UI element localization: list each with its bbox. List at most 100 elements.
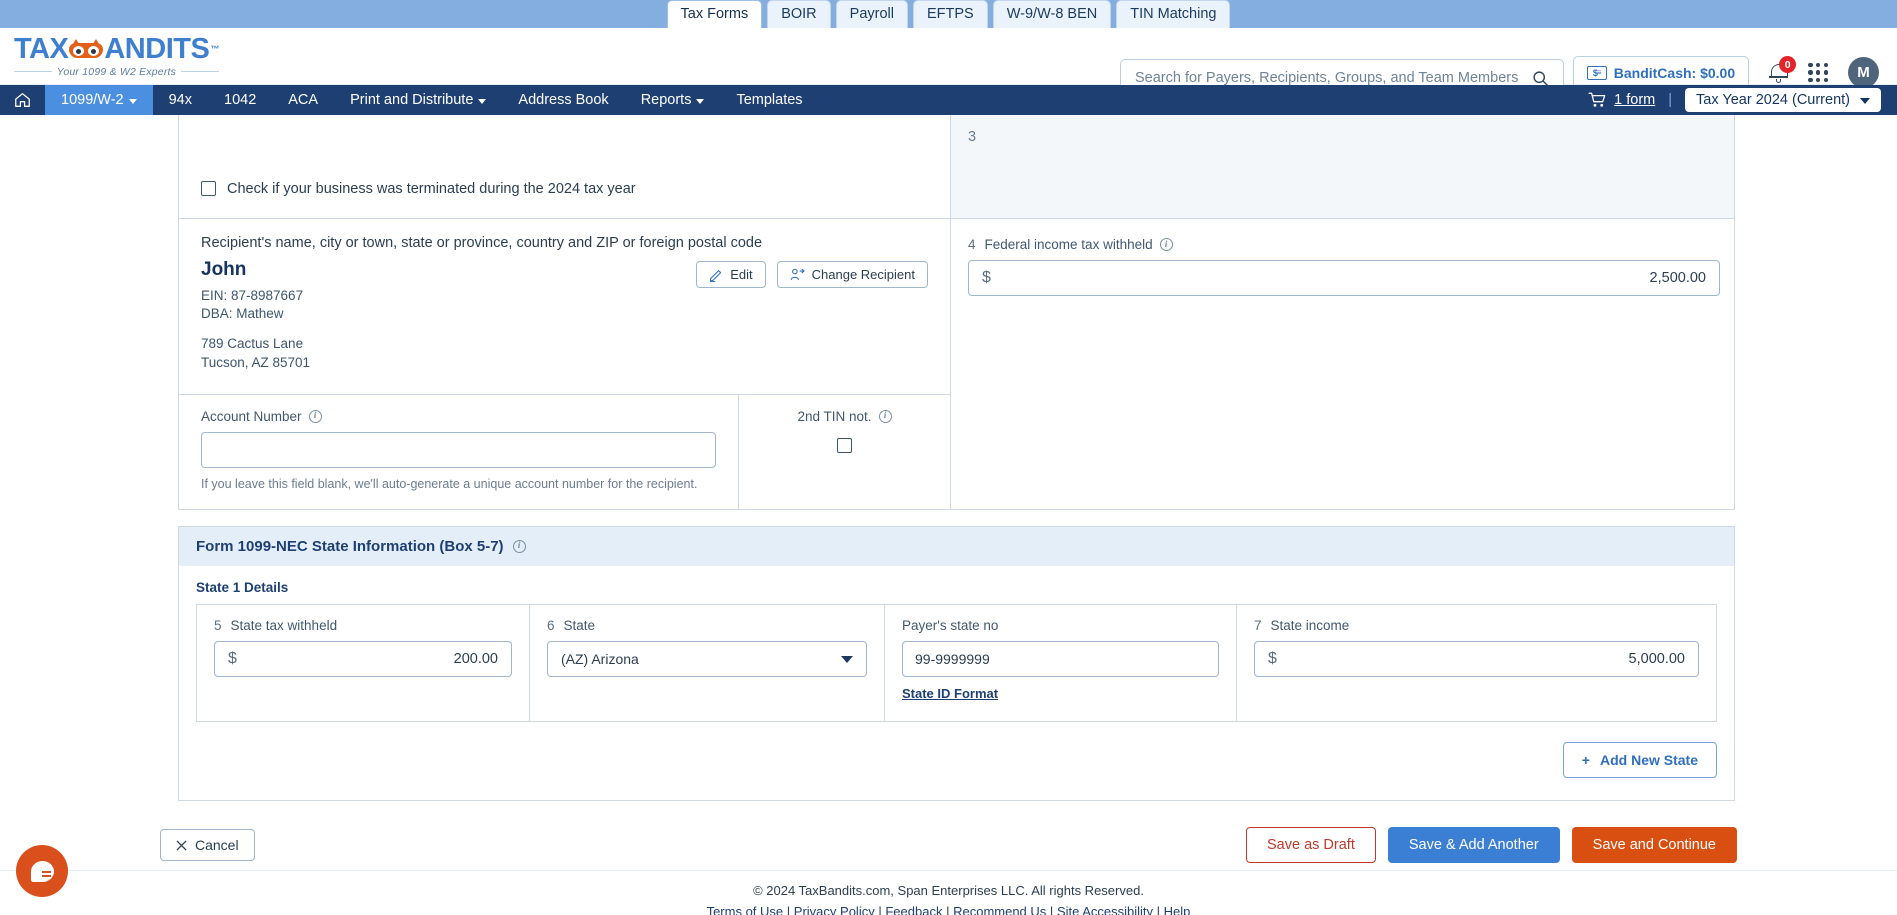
tagline-rule-left (14, 71, 52, 72)
account-number-cell: Account Number i If you leave this field… (179, 394, 739, 509)
terminated-column: Check if your business was terminated du… (179, 115, 951, 218)
notifications-button[interactable]: 0 (1769, 56, 1797, 83)
product-tab-tax-forms[interactable]: Tax Forms (666, 0, 763, 28)
nav-item-1099-w2[interactable]: 1099/W-2 (45, 85, 153, 115)
product-tab-label: BOIR (781, 5, 817, 22)
footer-separator: | (1156, 904, 1161, 915)
state-income-cell: 7 State income $ (1236, 604, 1716, 721)
nav-label: 1042 (224, 92, 257, 108)
footer-separator: | (786, 904, 791, 915)
footer-copyright: © 2024 TaxBandits.com, Span Enterprises … (753, 883, 1144, 898)
box4-label-wrap: 4 Federal income tax withheld i (968, 237, 1720, 252)
home-icon (14, 92, 31, 108)
nav-item-aca[interactable]: ACA (272, 85, 334, 115)
chat-bubble-icon[interactable] (16, 845, 68, 897)
nav-item-address-book[interactable]: Address Book (502, 85, 624, 115)
change-recipient-button[interactable]: Change Recipient (776, 261, 928, 288)
state-tax-withheld-input[interactable] (236, 650, 498, 667)
main-navigation: 1099/W-2 94x 1042 ACA Print and Distribu… (0, 85, 1897, 115)
product-tab-label: EFTPS (926, 5, 974, 22)
state-income-field[interactable]: $ (1254, 640, 1699, 677)
product-tab-payroll[interactable]: Payroll (835, 0, 908, 28)
state-income-input[interactable] (1276, 650, 1685, 667)
footer-separator: | (1049, 904, 1054, 915)
state-1-details-label: State 1 Details (196, 579, 289, 595)
info-icon[interactable]: i (878, 409, 892, 423)
account-number-input[interactable] (201, 431, 716, 468)
payer-state-no-label: Payer's state no (902, 617, 999, 633)
trademark-symbol: ™ (210, 43, 219, 54)
payer-state-no-label-wrap: Payer's state no (902, 618, 1219, 633)
footer-link-privacy-policy[interactable]: Privacy Policy (794, 904, 875, 915)
product-tab-eftps[interactable]: EFTPS (912, 0, 988, 28)
grid-apps-icon[interactable] (1808, 62, 1828, 83)
info-icon[interactable]: i (1159, 238, 1173, 251)
recipient-column: Recipient's name, city or town, state or… (179, 219, 951, 509)
state-tax-withheld-field[interactable]: $ (214, 640, 512, 677)
product-tab-label: W-9/W-8 BEN (1006, 5, 1098, 22)
product-tab-boir[interactable]: BOIR (767, 0, 831, 28)
nav-right-actions: 1 form | Tax Year 2024 (Current) (1588, 85, 1897, 115)
bandit-mask-icon (69, 38, 104, 59)
page-body: Check if your business was terminated du… (0, 115, 1897, 915)
nav-item-94x[interactable]: 94x (153, 85, 208, 115)
footer-link-terms-of-use[interactable]: Terms of Use (707, 904, 784, 915)
cart-icon (1588, 92, 1607, 108)
tax-year-select[interactable]: Tax Year 2024 (Current) (1685, 88, 1881, 112)
box4-label: Federal income tax withheld (984, 237, 1153, 252)
taxbandits-logo[interactable]: TAX ANDITS ™ Your 1099 & W2 Experts (14, 32, 219, 78)
nav-label: ACA (288, 92, 319, 108)
product-tab-label: Tax Forms (680, 5, 749, 22)
box4-column: 4 Federal income tax withheld i $ (951, 219, 1734, 509)
box4-number: 4 (968, 237, 976, 252)
footer-link-help[interactable]: Help (1164, 904, 1191, 915)
edit-recipient-button[interactable]: Edit (696, 261, 766, 288)
nav-item-1042[interactable]: 1042 (208, 85, 272, 115)
save-as-draft-button[interactable]: Save as Draft (1246, 827, 1376, 863)
footer-link-feedback[interactable]: Feedback (885, 904, 942, 915)
logo-text-tax: TAX (14, 32, 69, 65)
save-and-continue-button[interactable]: Save and Continue (1571, 827, 1737, 863)
account-number-label-wrap: Account Number i (201, 409, 716, 424)
avatar[interactable]: M (1848, 57, 1879, 88)
chevron-down-icon (841, 656, 853, 664)
payer-state-no-input[interactable] (902, 640, 1219, 677)
nav-item-home[interactable] (0, 85, 45, 115)
chevron-down-icon (1860, 98, 1870, 104)
info-icon[interactable]: i (308, 409, 322, 423)
add-new-state-label: Add New State (1599, 751, 1698, 768)
footer-link-site-accessibility[interactable]: Site Accessibility (1057, 904, 1153, 915)
info-icon[interactable]: i (512, 539, 526, 553)
app-header: TAX ANDITS ™ Your 1099 & W2 Experts $≡ B… (0, 28, 1897, 97)
bandit-cash-label: BanditCash: $0.00 (1613, 64, 1736, 81)
nav-item-reports[interactable]: Reports (625, 85, 721, 115)
tagline-rule-right (181, 71, 219, 72)
federal-income-tax-withheld-field[interactable]: $ (968, 260, 1720, 296)
product-tab-label: TIN Matching (1130, 5, 1217, 22)
nav-item-print-and-distribute[interactable]: Print and Distribute (334, 85, 502, 115)
product-tab-w9-w8ben[interactable]: W-9/W-8 BEN (992, 0, 1112, 28)
second-tin-cell: 2nd TIN not. i (739, 395, 950, 509)
account-number-hint: If you leave this field blank, we'll aut… (201, 476, 698, 491)
chevron-down-icon (696, 98, 705, 104)
add-new-state-button[interactable]: + Add New State (1562, 741, 1717, 778)
nav-item-templates[interactable]: Templates (720, 85, 818, 115)
search-input[interactable] (1135, 70, 1532, 86)
product-tab-tin-matching[interactable]: TIN Matching (1116, 0, 1231, 28)
federal-income-tax-withheld-input[interactable] (990, 270, 1706, 286)
save-and-add-another-button[interactable]: Save & Add Another (1387, 827, 1560, 863)
second-tin-label: 2nd TIN not. (797, 408, 872, 424)
footer-links: Terms of Use | Privacy Policy | Feedback… (0, 904, 1897, 915)
footer-link-recommend-us[interactable]: Recommend Us (953, 904, 1046, 915)
business-terminated-checkbox[interactable] (201, 181, 216, 196)
search-icon[interactable] (1532, 70, 1549, 87)
box6-number: 6 (547, 617, 555, 633)
cart-label: 1 form (1614, 92, 1656, 108)
second-tin-checkbox[interactable] (837, 437, 852, 453)
cancel-button[interactable]: Cancel (160, 829, 255, 861)
state-select[interactable]: (AZ) Arizona (547, 640, 867, 677)
footer-separator: | (946, 904, 950, 915)
cart-button[interactable]: 1 form (1588, 92, 1655, 108)
state-id-format-link[interactable]: State ID Format (902, 686, 998, 701)
nav-label: Print and Distribute (350, 92, 474, 108)
